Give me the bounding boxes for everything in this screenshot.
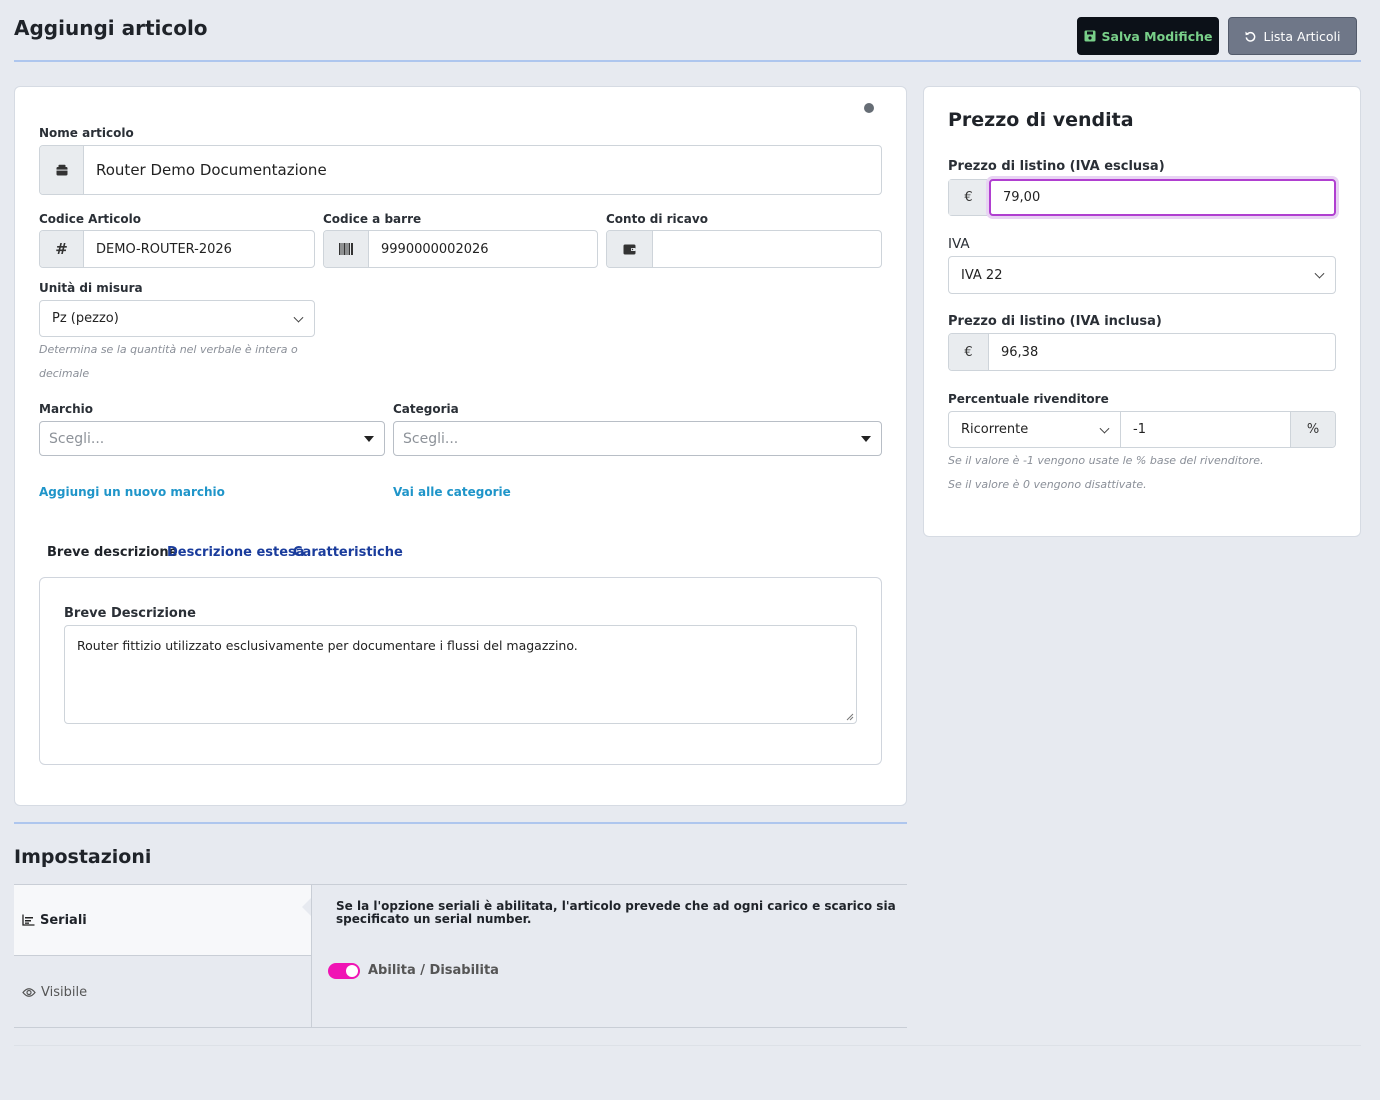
category-select[interactable]: Scegli...	[393, 421, 882, 456]
toggle-label: Abilita / Disabilita	[368, 963, 499, 978]
price-card	[923, 86, 1361, 537]
name-field[interactable]: Router Demo Documentazione	[39, 145, 882, 195]
settings-title: Impostazioni	[14, 846, 152, 868]
settings-column-divider	[311, 885, 312, 1027]
category-select-placeholder: Scegli...	[403, 430, 459, 447]
reseller-hint-line-2: Se il valore è 0 vengono disattivate.	[948, 478, 1147, 491]
euro-icon: €	[949, 334, 989, 370]
unit-select-value: Pz (pezzo)	[52, 311, 119, 326]
barcode-input[interactable]: 9990000002026	[369, 231, 597, 267]
unit-select[interactable]: Pz (pezzo)	[39, 300, 315, 337]
revenue-input[interactable]	[653, 231, 881, 267]
category-label: Categoria	[393, 402, 459, 416]
unit-hint-line-1: Determina se la quantità nel verbale è i…	[39, 343, 298, 356]
percent-icon: %	[1290, 412, 1335, 447]
eye-icon	[22, 987, 36, 997]
tab-short-description[interactable]: Breve descrizione	[47, 545, 177, 560]
code-label: Codice Articolo	[39, 212, 141, 226]
code-input[interactable]: DEMO-ROUTER-2026	[84, 231, 314, 267]
tab-extended-description[interactable]: Descrizione estesa	[167, 545, 305, 560]
caret-down-icon	[861, 435, 871, 442]
tab-features[interactable]: Caratteristiche	[293, 545, 403, 560]
settings-item-serials-label: Seriali	[40, 912, 87, 928]
net-price-label: Prezzo di listino (IVA esclusa)	[948, 159, 1165, 174]
price-title: Prezzo di vendita	[948, 109, 1134, 131]
settings-divider	[14, 822, 907, 824]
list-articles-button[interactable]: Lista Articoli	[1228, 17, 1357, 55]
floppy-disk-icon	[1084, 30, 1096, 42]
euro-icon: €	[949, 180, 989, 215]
settings-bottom-border	[14, 1027, 907, 1028]
box-icon	[40, 146, 84, 194]
reseller-group: Ricorrente -1 %	[948, 411, 1336, 448]
barcode-label: Codice a barre	[323, 212, 422, 226]
page-title: Aggiungi articolo	[14, 16, 208, 40]
undo-icon	[1245, 31, 1256, 42]
serial-description: Se la l'opzione seriali è abilitata, l'a…	[336, 899, 896, 926]
barcode-icon	[324, 231, 369, 267]
wallet-icon	[607, 231, 653, 267]
footer-divider	[14, 1045, 1361, 1046]
reseller-hint-line-1: Se il valore è -1 vengono usate le % bas…	[948, 454, 1264, 467]
header-divider	[14, 60, 1361, 62]
gross-price-field[interactable]: € 96,38	[948, 333, 1336, 371]
reseller-mode-select[interactable]: Ricorrente	[949, 412, 1121, 447]
reseller-mode-value: Ricorrente	[961, 422, 1029, 437]
settings-item-visible[interactable]: Visibile	[14, 957, 312, 1027]
hashtag-icon: #	[40, 231, 84, 267]
revenue-label: Conto di ricavo	[606, 212, 708, 226]
code-field[interactable]: # DEMO-ROUTER-2026	[39, 230, 315, 268]
status-dot	[864, 103, 874, 113]
brand-select-placeholder: Scegli...	[49, 430, 105, 447]
reseller-label: Percentuale rivenditore	[948, 392, 1109, 406]
net-price-input[interactable]: 79,00	[989, 179, 1336, 216]
chart-icon	[22, 914, 35, 926]
unit-hint-line-2: decimale	[39, 367, 90, 380]
brand-label: Marchio	[39, 402, 93, 416]
vat-label: IVA	[948, 236, 970, 252]
categories-link[interactable]: Vai alle categorie	[393, 485, 511, 499]
save-button[interactable]: Salva Modifiche	[1077, 17, 1219, 55]
description-text[interactable]: Router fittizio utilizzato esclusivament…	[65, 626, 590, 665]
gross-price-label: Prezzo di listino (IVA inclusa)	[948, 314, 1162, 329]
gross-price-input[interactable]: 96,38	[989, 334, 1335, 370]
settings-item-visible-label: Visibile	[41, 984, 88, 1000]
reseller-value-input[interactable]: -1	[1121, 412, 1290, 447]
brand-select[interactable]: Scegli...	[39, 421, 385, 456]
barcode-field[interactable]: 9990000002026	[323, 230, 598, 268]
serial-toggle[interactable]	[328, 963, 360, 979]
unit-label: Unità di misura	[39, 281, 143, 295]
revenue-field[interactable]	[606, 230, 882, 268]
add-brand-link[interactable]: Aggiungi un nuovo marchio	[39, 485, 225, 499]
description-textarea[interactable]: Router fittizio utilizzato esclusivament…	[64, 625, 857, 724]
save-button-label: Salva Modifiche	[1101, 28, 1213, 44]
name-label: Nome articolo	[39, 126, 134, 140]
caret-down-icon	[364, 435, 374, 442]
description-label: Breve Descrizione	[64, 606, 196, 621]
list-articles-label: Lista Articoli	[1263, 28, 1341, 44]
vat-select-value: IVA 22	[961, 267, 1003, 283]
name-input[interactable]: Router Demo Documentazione	[84, 146, 881, 194]
net-price-field[interactable]: € 79,00	[948, 179, 1336, 216]
settings-item-serials[interactable]: Seriali	[14, 885, 312, 956]
resize-handle-icon[interactable]	[846, 713, 854, 721]
vat-select[interactable]: IVA 22	[948, 256, 1336, 294]
